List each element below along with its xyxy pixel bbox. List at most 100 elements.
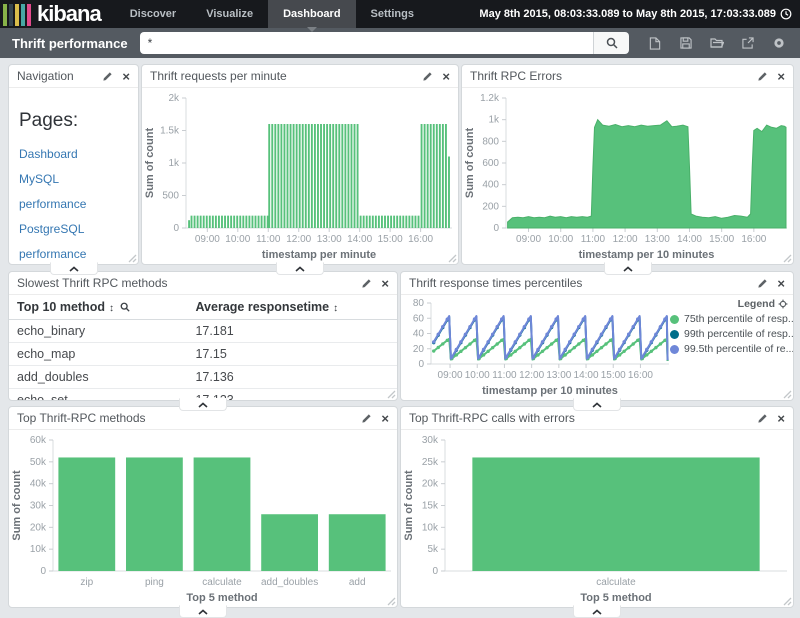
panel-thrift-rpc-errors: Thrift RPC Errors × 02004006008001k1.2k0… [461,64,794,265]
method-cell[interactable]: add_doubles [9,366,187,389]
remove-panel-icon[interactable]: × [777,70,785,83]
load-dashboard-button[interactable] [701,32,732,54]
resize-handle[interactable] [127,253,137,263]
table-row: echo_binary17.181 [9,320,397,343]
resize-handle[interactable] [782,596,792,606]
nav-tab-discover[interactable]: Discover [115,0,191,28]
edit-panel-icon[interactable] [361,278,372,289]
remove-panel-icon[interactable]: × [381,412,389,425]
query-bar: Thrift performance [0,28,800,58]
method-cell[interactable]: echo_map [9,343,187,366]
panel-header: Thrift RPC Errors × [462,65,793,88]
remove-panel-icon[interactable]: × [777,277,785,290]
svg-text:80: 80 [413,298,425,309]
nav-tab-settings[interactable]: Settings [356,0,429,28]
dashboard-title: Thrift performance [0,36,140,51]
collapse-button[interactable] [573,398,621,411]
nav-link-postgresql[interactable]: PostgreSQL performance [19,217,128,264]
top-errors-bar-chart[interactable]: 05k10k15k20k25k30kcalculateSum of countT… [401,430,793,607]
collapse-button[interactable] [179,398,227,411]
method-cell[interactable]: echo_set [9,389,187,401]
remove-panel-icon[interactable]: × [777,412,785,425]
svg-text:10k: 10k [422,522,439,533]
edit-panel-icon[interactable] [361,413,372,424]
panel-title[interactable]: Top Thrift-RPC calls with errors [409,411,575,425]
panel-title[interactable]: Navigation [17,69,74,83]
legend-item-99th[interactable]: 99th percentile of resp... [670,328,788,340]
svg-text:500: 500 [162,191,179,202]
sort-icon[interactable]: ↕ [333,303,338,314]
new-dashboard-button[interactable] [639,32,670,54]
svg-text:11:00: 11:00 [581,234,606,245]
panel-title[interactable]: Thrift response times percentiles [409,276,582,290]
collapse-button[interactable] [604,262,652,275]
save-dashboard-button[interactable] [670,32,701,54]
svg-text:14:00: 14:00 [677,234,702,245]
edit-panel-icon[interactable] [757,71,768,82]
errors-area-chart[interactable]: 02004006008001k1.2k09:0010:0011:0012:001… [462,88,793,264]
requests-bar-chart[interactable]: 05001k1.5k2k09:0010:0011:0012:0013:0014:… [142,88,458,264]
resize-handle[interactable] [386,596,396,606]
collapse-button[interactable] [50,262,98,275]
collapse-button[interactable] [276,262,324,275]
panel-header: Thrift requests per minute × [142,65,458,88]
svg-text:16:00: 16:00 [741,234,766,245]
panel-title[interactable]: Top Thrift-RPC methods [17,411,146,425]
nav-link-mysql[interactable]: MySQL performance [19,167,128,217]
search-button[interactable] [593,32,629,54]
resize-handle[interactable] [782,253,792,263]
legend-header[interactable]: Legend [670,298,788,310]
panel-slowest-methods: Slowest Thrift RPC methods × Top 10 meth… [8,271,398,401]
nav-link-dashboard[interactable]: Dashboard [19,142,128,167]
nav-tab-dashboard[interactable]: Dashboard [268,0,355,28]
svg-text:13:00: 13:00 [546,370,571,381]
remove-panel-icon[interactable]: × [381,277,389,290]
edit-panel-icon[interactable] [422,71,433,82]
panel-title[interactable]: Thrift requests per minute [150,69,287,83]
main-nav: Discover Visualize Dashboard Settings [115,0,429,28]
remove-panel-icon[interactable]: × [442,70,450,83]
svg-text:13:00: 13:00 [645,234,670,245]
svg-text:Sum of count: Sum of count [11,470,23,541]
panel-top-methods: Top Thrift-RPC methods × 010k20k30k40k50… [8,406,398,608]
time-range-picker[interactable]: May 8th 2015, 08:03:33.089 to May 8th 20… [479,0,800,28]
edit-panel-icon[interactable] [102,71,113,82]
legend-bullet [670,330,679,339]
folder-open-icon [710,37,724,49]
resize-handle[interactable] [447,253,457,263]
column-header-method[interactable]: Top 10 method↕ [9,295,187,320]
query-input[interactable] [140,32,593,54]
svg-text:14:00: 14:00 [347,234,372,245]
panel-title[interactable]: Slowest Thrift RPC methods [17,276,168,290]
options-button[interactable] [763,32,794,54]
svg-text:0: 0 [40,566,46,577]
resize-handle[interactable] [386,389,396,399]
share-dashboard-button[interactable] [732,32,763,54]
sort-icon[interactable]: ↕ [109,303,114,314]
panel-header: Navigation × [9,65,138,88]
edit-panel-icon[interactable] [757,413,768,424]
collapse-button[interactable] [573,605,621,618]
kibana-logo[interactable]: kibana [0,0,101,28]
svg-text:1.5k: 1.5k [160,126,180,137]
legend-item-99-5th[interactable]: 99.5th percentile of re... [670,343,788,355]
svg-text:calculate: calculate [202,577,242,588]
svg-text:15k: 15k [422,501,439,512]
legend-item-75th[interactable]: 75th percentile of resp... [670,313,788,325]
svg-text:12:00: 12:00 [519,370,544,381]
top-methods-bar-chart[interactable]: 010k20k30k40k50k60kzippingcalculateadd_d… [9,430,397,607]
svg-text:30k: 30k [30,501,47,512]
resize-handle[interactable] [782,389,792,399]
table-row: echo_map17.15 [9,343,397,366]
method-cell[interactable]: echo_binary [9,320,187,343]
column-header-responsetime[interactable]: Average responsetime↕ [187,295,397,320]
search-column-icon[interactable] [120,302,130,312]
collapse-button[interactable] [179,605,227,618]
svg-text:0: 0 [418,359,424,370]
remove-panel-icon[interactable]: × [122,70,130,83]
nav-tab-visualize[interactable]: Visualize [191,0,268,28]
chevron-up-icon [198,402,208,408]
panel-title[interactable]: Thrift RPC Errors [470,69,562,83]
edit-panel-icon[interactable] [757,278,768,289]
navbar: kibana Discover Visualize Dashboard Sett… [0,0,800,28]
